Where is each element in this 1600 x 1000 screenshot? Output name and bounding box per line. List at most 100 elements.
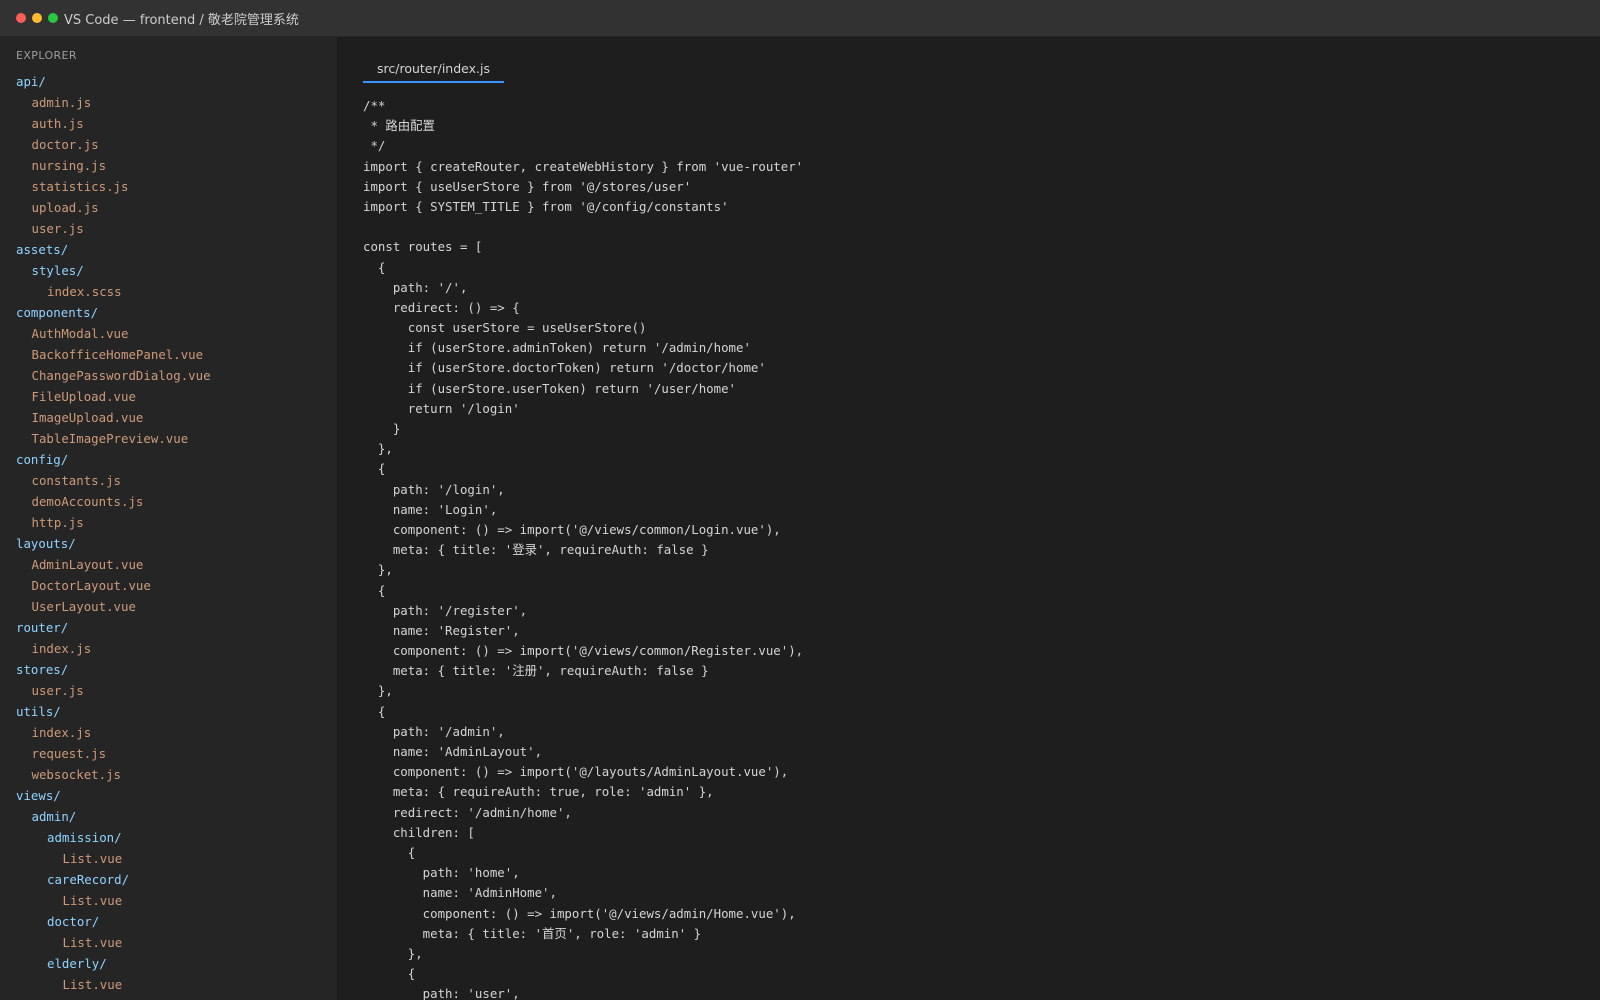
tree-folder[interactable]: admission/ xyxy=(0,827,337,848)
code-line: { xyxy=(363,259,386,275)
explorer-sidebar: EXPLORER api/admin.js auth.js doctor.js nur… xyxy=(0,37,338,1000)
tree-file[interactable]: DoctorLayout.vue xyxy=(0,575,337,596)
code-line: name: 'Register', xyxy=(363,622,520,638)
code-line: component: () => import('@/views/common/… xyxy=(363,643,804,659)
tree-file[interactable]: admin.js xyxy=(0,92,337,113)
minimize-window-icon[interactable] xyxy=(32,13,42,23)
tree-folder[interactable]: layouts/ xyxy=(0,533,337,554)
tree-file[interactable]: user.js xyxy=(0,680,337,701)
code-line: path: 'user', xyxy=(363,986,520,1000)
code-line: }, xyxy=(363,562,393,578)
tree-file[interactable]: FileUpload.vue xyxy=(0,386,337,407)
code-line: import { createRouter, createWebHistory … xyxy=(363,158,804,174)
code-line: path: '/', xyxy=(363,279,468,295)
tree-file[interactable]: List.vue xyxy=(0,932,337,953)
tree-file[interactable]: request.js xyxy=(0,743,337,764)
code-line: name: 'AdminHome', xyxy=(363,885,557,901)
tree-file[interactable]: List.vue xyxy=(0,974,337,995)
tree-folder[interactable]: components/ xyxy=(0,302,337,323)
code-line: name: 'AdminLayout', xyxy=(363,744,543,759)
code-line: name: 'Login', xyxy=(363,501,498,517)
code-line: } xyxy=(363,421,401,436)
code-line: redirect: () => { xyxy=(363,299,520,315)
code-line: { xyxy=(363,844,416,860)
tree-file[interactable]: http.js xyxy=(0,512,337,533)
tree-folder[interactable]: assets/ xyxy=(0,239,337,260)
code-line: /** xyxy=(363,98,386,113)
tree-folder[interactable]: views/ xyxy=(0,785,337,806)
code-area[interactable]: /** * 路由配置 */ import { createRouter, crea… xyxy=(363,96,1583,1000)
code-line: import { useUserStore } from '@/stores/u… xyxy=(363,178,692,194)
title-bar: VS Code — frontend / 敬老院管理系统 xyxy=(0,0,1600,37)
tree-folder[interactable]: router/ xyxy=(0,617,337,638)
code-line: const routes = [ xyxy=(363,239,483,255)
tree-folder[interactable]: elderly/ xyxy=(0,953,337,974)
file-tree: api/admin.js auth.js doctor.js nursing.js st… xyxy=(0,71,337,995)
code-line: */ xyxy=(363,138,386,154)
code-line: component: () => import('@/views/admin/H… xyxy=(363,905,796,921)
code-line: meta: { title: '登录', requireAuth: false … xyxy=(363,542,709,558)
tree-file[interactable]: demoAccounts.js xyxy=(0,491,337,512)
tree-file[interactable]: user.js xyxy=(0,218,337,239)
code-line: redirect: '/admin/home', xyxy=(363,804,572,820)
tree-file[interactable]: websocket.js xyxy=(0,764,337,785)
code-line: { xyxy=(363,966,416,982)
code-line: * 路由配置 xyxy=(363,118,435,134)
code-line: { xyxy=(363,461,386,477)
maximize-window-icon[interactable] xyxy=(48,13,58,23)
tree-file[interactable]: nursing.js xyxy=(0,155,337,176)
tab-router-index-js[interactable]: src/router/index.js xyxy=(363,55,504,83)
tree-file[interactable]: TableImagePreview.vue xyxy=(0,428,337,449)
tree-folder[interactable]: api/ xyxy=(0,71,337,92)
tree-file[interactable]: constants.js xyxy=(0,470,337,491)
code-line: meta: { title: '首页', role: 'admin' } xyxy=(363,925,702,941)
tree-file[interactable]: List.vue xyxy=(0,848,337,869)
tree-folder[interactable]: careRecord/ xyxy=(0,869,337,890)
code-line: children: [ xyxy=(363,824,475,840)
tree-file[interactable]: upload.js xyxy=(0,197,337,218)
code-line: }, xyxy=(363,945,423,961)
code-line: path: '/login', xyxy=(363,481,505,497)
tree-file[interactable]: doctor.js xyxy=(0,134,337,155)
tree-folder[interactable]: config/ xyxy=(0,449,337,470)
tree-file[interactable]: ImageUpload.vue xyxy=(0,407,337,428)
close-window-icon[interactable] xyxy=(16,13,26,23)
tree-folder[interactable]: doctor/ xyxy=(0,911,337,932)
code-line: if (userStore.userToken) return '/user/h… xyxy=(363,380,736,396)
tree-file[interactable]: AuthModal.vue xyxy=(0,323,337,344)
code-line: path: 'home', xyxy=(363,865,520,881)
tree-file[interactable]: index.js xyxy=(0,722,337,743)
editor-pane: src/router/index.js /** * 路由配置 */ import … xyxy=(339,37,1600,1000)
tree-file[interactable]: List.vue xyxy=(0,890,337,911)
tree-folder[interactable]: styles/ xyxy=(0,260,337,281)
code-line: }, xyxy=(363,441,393,457)
tree-file[interactable]: UserLayout.vue xyxy=(0,596,337,617)
code-line: }, xyxy=(363,683,393,699)
code-line: if (userStore.doctorToken) return '/doct… xyxy=(363,360,766,376)
tree-file[interactable]: BackofficeHomePanel.vue xyxy=(0,344,337,365)
code-line: path: '/admin', xyxy=(363,723,505,739)
code-line: { xyxy=(363,703,386,719)
code-line: if (userStore.adminToken) return '/admin… xyxy=(363,340,751,356)
tree-file[interactable]: AdminLayout.vue xyxy=(0,554,337,575)
tree-file[interactable]: auth.js xyxy=(0,113,337,134)
tree-folder[interactable]: admin/ xyxy=(0,806,337,827)
code-line: return '/login' xyxy=(363,400,520,416)
code-line: const userStore = useUserStore() xyxy=(363,320,647,336)
code-line: path: '/register', xyxy=(363,602,528,618)
tree-file[interactable]: statistics.js xyxy=(0,176,337,197)
code-line: meta: { requireAuth: true, role: 'admin'… xyxy=(363,784,714,800)
tree-folder[interactable]: stores/ xyxy=(0,659,337,680)
tree-file[interactable]: index.scss xyxy=(0,281,337,302)
tree-file[interactable]: index.js xyxy=(0,638,337,659)
code-line: component: () => import('@/views/common/… xyxy=(363,521,781,537)
code-line: meta: { title: '注册', requireAuth: false … xyxy=(363,663,709,679)
explorer-header: EXPLORER xyxy=(16,49,77,62)
code-line: import { SYSTEM_TITLE } from '@/config/c… xyxy=(363,198,729,214)
window-controls xyxy=(16,13,58,23)
tree-folder[interactable]: utils/ xyxy=(0,701,337,722)
code-line: { xyxy=(363,582,386,598)
tree-file[interactable]: ChangePasswordDialog.vue xyxy=(0,365,337,386)
window-title: VS Code — frontend / 敬老院管理系统 xyxy=(64,12,299,28)
